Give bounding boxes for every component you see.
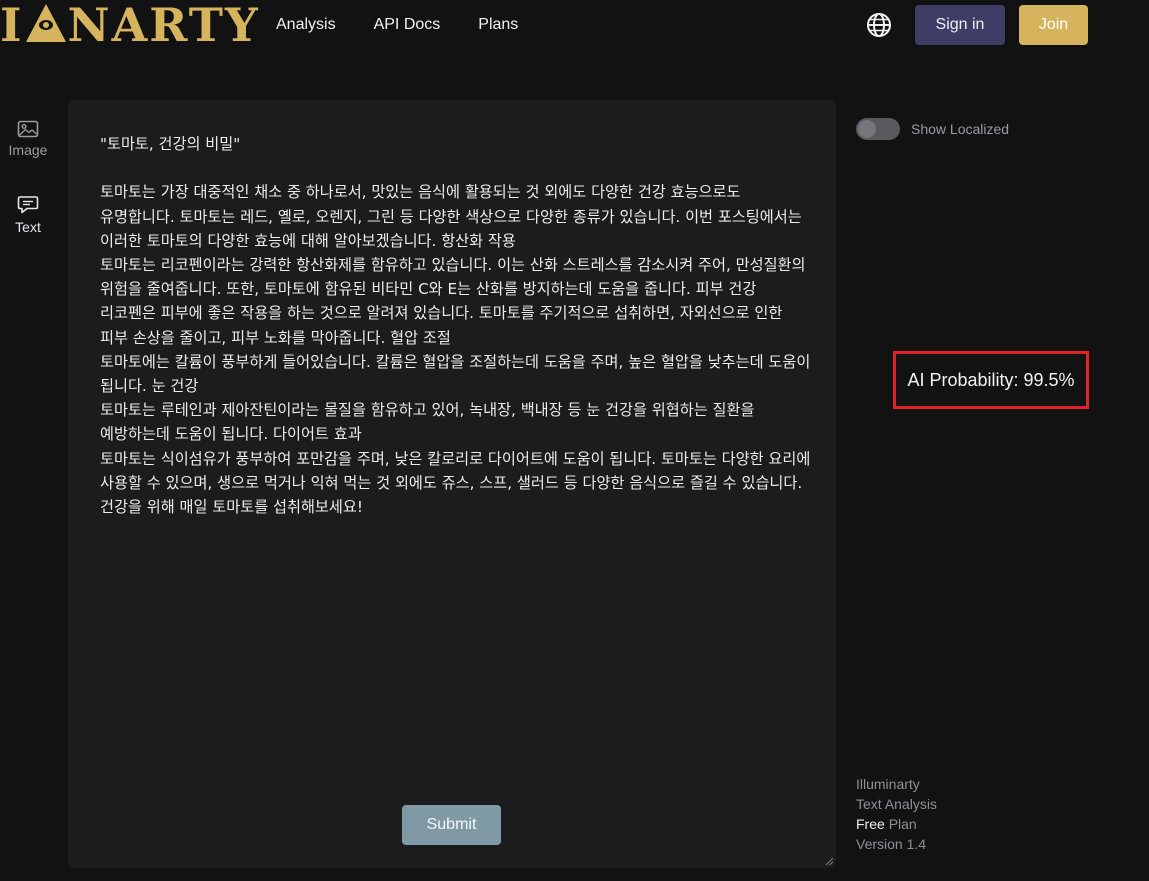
plan-suffix: Plan [888,816,917,832]
submit-button[interactable]: Submit [402,805,501,845]
text-input-area[interactable]: "토마토, 건강의 비밀" 토마토는 가장 대중적인 채소 중 하나로서, 맛있… [68,100,836,868]
show-localized-label: Show Localized [911,121,1010,137]
nav-api-docs[interactable]: API Docs [374,14,441,36]
product-name: Illuminarty [856,776,920,792]
sidebar-item-label: Text [15,219,41,235]
logo-text-left: I [0,0,24,52]
sign-in-button[interactable]: Sign in [915,5,1005,45]
app-root: I NARTY Analysis API Docs Plans Sign in J… [0,0,1149,881]
plan-line: Free Plan [856,814,937,834]
sidebar-item-text[interactable]: Text [0,195,56,235]
join-button[interactable]: Join [1019,5,1088,45]
toggle-knob [858,120,876,138]
globe-icon[interactable] [866,12,892,38]
image-icon [17,120,39,138]
ai-probability-result: AI Probability: 99.5% [893,351,1089,409]
ai-probability-text: AI Probability: 99.5% [907,369,1075,390]
top-nav: Analysis API Docs Plans [276,14,556,36]
chat-bubble-icon [17,196,39,214]
product-mode: Text Analysis [856,796,937,812]
version-text: Version 1.4 [856,836,927,852]
sidebar-item-label: Image [8,142,48,158]
eye-pyramid-icon [25,4,66,42]
nav-analysis[interactable]: Analysis [276,14,336,36]
show-localized-toggle[interactable] [856,118,900,140]
plan-info: Illuminarty Text Analysis Free Plan Vers… [856,774,937,854]
nav-plans[interactable]: Plans [478,14,518,36]
editor-content[interactable]: "토마토, 건강의 비밀" 토마토는 가장 대중적인 채소 중 하나로서, 맛있… [100,132,812,519]
logo-text-right: NARTY [67,0,260,52]
plan-name: Free [856,816,885,832]
sidebar-item-image[interactable]: Image [0,120,56,158]
brand-logo[interactable]: I NARTY [0,0,260,52]
resize-handle-icon[interactable] [824,856,834,866]
